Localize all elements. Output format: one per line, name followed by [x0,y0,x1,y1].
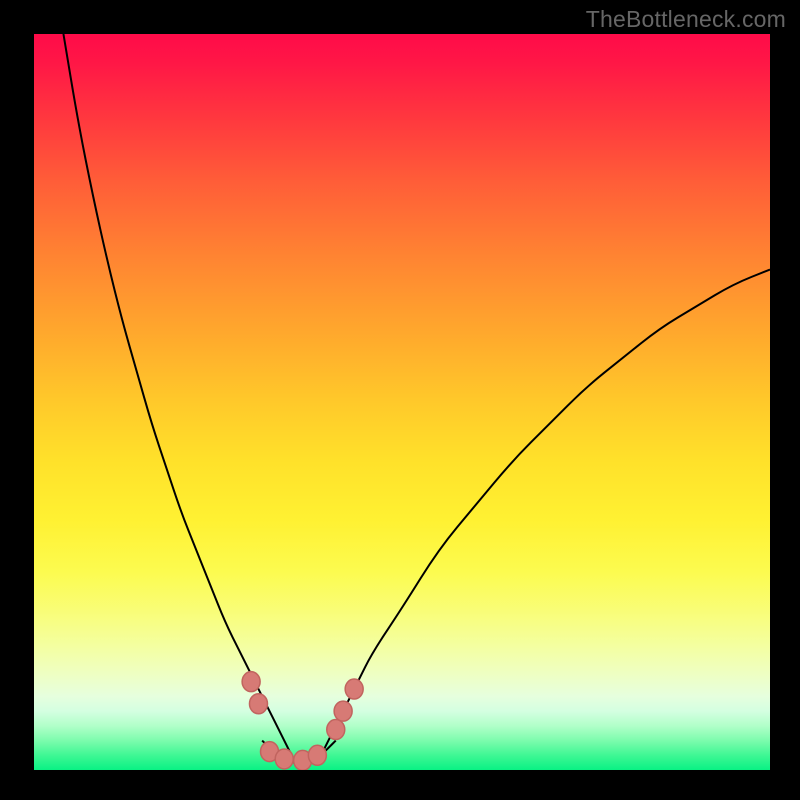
marker-left-lower [249,694,267,714]
left-curve [63,34,291,755]
marker-right-mid [334,701,352,721]
markers-group [242,672,363,770]
marker-floor-4 [308,745,326,765]
right-curve [321,270,770,756]
marker-right-upper [345,679,363,699]
marker-floor-2 [275,749,293,769]
chart-frame: TheBottleneck.com [0,0,800,800]
marker-right-lower [327,720,345,740]
curves-svg [34,34,770,770]
plot-area [34,34,770,770]
marker-left-upper [242,672,260,692]
watermark-text: TheBottleneck.com [586,6,786,33]
